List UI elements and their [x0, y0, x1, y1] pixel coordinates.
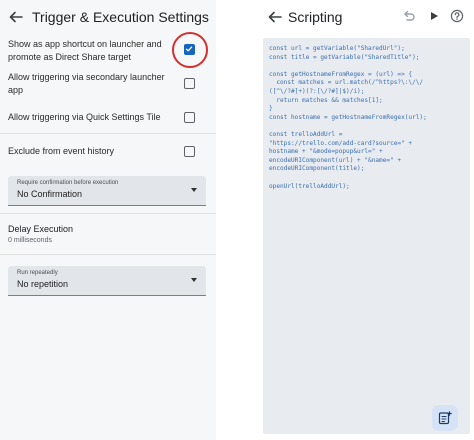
option-exclude-history[interactable]: Exclude from event history [0, 145, 216, 159]
quick-settings-checkbox[interactable] [184, 112, 195, 123]
dropdown-value: No Confirmation [17, 189, 83, 199]
option-quick-settings-tile[interactable]: Allow triggering via Quick Settings Tile [0, 111, 216, 125]
highlight-ring [172, 32, 208, 68]
help-icon[interactable] [450, 9, 464, 23]
option-label: Show as app shortcut on launcher and pro… [8, 39, 162, 62]
divider [0, 133, 216, 134]
add-snippet-icon [438, 411, 452, 425]
confirmation-dropdown[interactable]: Require confirmation before execution No… [8, 176, 206, 206]
option-label: Allow triggering via secondary launcher … [8, 72, 165, 95]
trigger-settings-panel: Trigger & Execution Settings Show as app… [0, 0, 216, 440]
script-code[interactable]: const url = getVariable("SharedUrl"); co… [269, 45, 427, 191]
code-editor[interactable]: const url = getVariable("SharedUrl"); co… [263, 38, 470, 434]
divider [0, 254, 216, 255]
scripting-panel: Scripting const url = getVariable("Share… [257, 0, 474, 440]
chevron-down-icon [191, 188, 197, 192]
exclude-history-checkbox[interactable] [184, 146, 195, 157]
back-arrow-icon[interactable] [8, 9, 24, 25]
dropdown-label: Require confirmation before execution [17, 180, 119, 186]
divider [0, 213, 216, 214]
option-label: Allow triggering via Quick Settings Tile [8, 112, 161, 122]
dropdown-value: No repetition [17, 279, 69, 289]
delay-execution-title[interactable]: Delay Execution [8, 224, 73, 234]
page-title: Scripting [288, 9, 343, 25]
option-secondary-launcher[interactable]: Allow triggering via secondary launcher … [0, 71, 216, 101]
add-snippet-button[interactable] [432, 405, 458, 431]
dropdown-label: Run repeatedly [17, 270, 58, 276]
play-icon[interactable] [427, 9, 441, 23]
page-title: Trigger & Execution Settings [32, 9, 209, 25]
option-label: Exclude from event history [8, 146, 115, 156]
delay-execution-value: 0 milliseconds [8, 237, 52, 244]
secondary-launcher-checkbox[interactable] [184, 78, 195, 89]
chevron-down-icon [191, 278, 197, 282]
undo-icon[interactable] [402, 9, 416, 23]
back-arrow-icon[interactable] [267, 9, 283, 25]
repeat-dropdown[interactable]: Run repeatedly No repetition [8, 266, 206, 296]
